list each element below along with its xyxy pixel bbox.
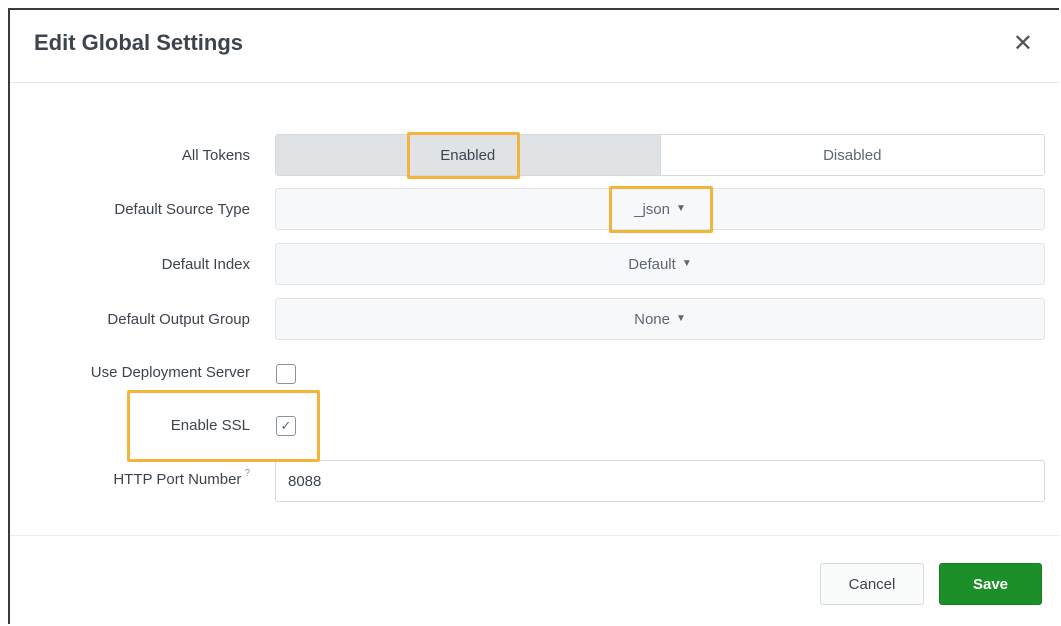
default-source-type-value: _json xyxy=(634,200,670,218)
dialog-header: Edit Global Settings ✕ xyxy=(10,10,1059,83)
use-deployment-server-label: Use Deployment Server xyxy=(90,364,250,381)
default-index-label: Default Index xyxy=(161,256,250,273)
all-tokens-enabled-option[interactable]: Enabled xyxy=(276,135,660,175)
all-tokens-toggle: Enabled Disabled xyxy=(275,134,1045,176)
caret-down-icon: ▼ xyxy=(681,257,692,269)
http-port-number-input[interactable] xyxy=(275,460,1045,502)
http-port-number-label: HTTP Port Number? xyxy=(10,468,250,488)
default-output-group-select[interactable]: None ▼ xyxy=(275,298,1045,340)
default-index-value: Default xyxy=(628,255,676,273)
save-button[interactable]: Save xyxy=(939,563,1042,605)
use-deployment-server-checkbox[interactable] xyxy=(276,364,296,384)
footer-divider xyxy=(10,535,1059,536)
close-icon[interactable]: ✕ xyxy=(1013,32,1033,56)
dialog-title: Edit Global Settings xyxy=(34,30,244,55)
all-tokens-label: All Tokens xyxy=(181,147,250,164)
caret-down-icon: ▼ xyxy=(675,312,686,324)
default-index-select[interactable]: Default ▼ xyxy=(275,243,1045,285)
enable-ssl-checkbox[interactable]: ✓ xyxy=(276,416,296,436)
help-icon[interactable]: ? xyxy=(244,468,250,479)
default-output-group-value: None xyxy=(634,310,670,328)
default-source-type-label: Default Source Type xyxy=(114,201,250,218)
enable-ssl-label: Enable SSL xyxy=(170,417,250,434)
default-source-type-select[interactable]: _json ▼ xyxy=(275,188,1045,230)
http-port-number-label-text: HTTP Port Number xyxy=(113,471,242,488)
edit-global-settings-dialog: Edit Global Settings ✕ All Tokens Enable… xyxy=(8,8,1059,624)
check-icon: ✓ xyxy=(280,418,292,433)
caret-down-icon: ▼ xyxy=(675,202,686,214)
all-tokens-disabled-option[interactable]: Disabled xyxy=(659,135,1044,175)
cancel-button[interactable]: Cancel xyxy=(820,563,924,605)
default-output-group-label: Default Output Group xyxy=(107,311,250,328)
